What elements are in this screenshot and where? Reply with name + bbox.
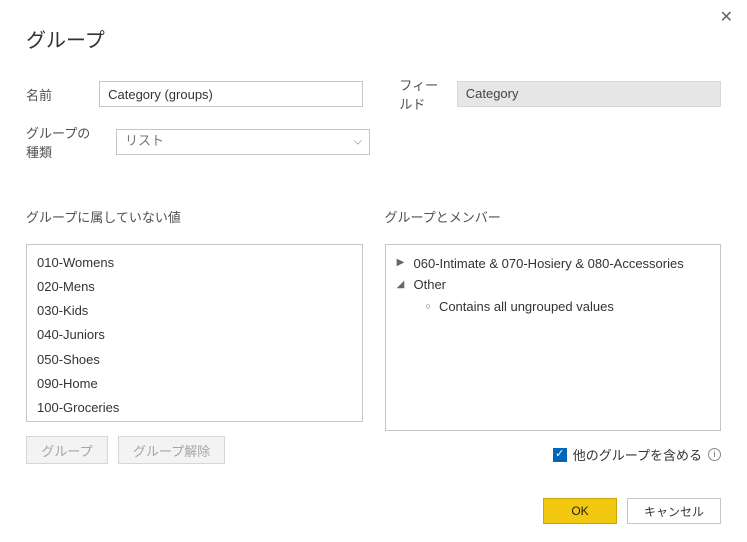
groups-tree[interactable]: ▶ 060-Intimate & 070-Hosiery & 080-Acces… — [385, 244, 722, 431]
info-icon[interactable]: i — [708, 448, 721, 461]
name-input[interactable] — [99, 81, 363, 107]
list-item[interactable]: 040-Juniors — [27, 323, 362, 347]
list-item[interactable]: 020-Mens — [27, 275, 362, 299]
row-group-type: グループの種類 リスト ⌵ — [26, 123, 721, 161]
group-type-select[interactable]: リスト — [116, 129, 370, 155]
close-icon[interactable]: ✕ — [720, 10, 733, 26]
group-button[interactable]: グループ — [26, 436, 108, 464]
tree-child-label: Contains all ungrouped values — [439, 296, 614, 317]
include-other-row: ✓ 他のグループを含める i — [385, 445, 722, 464]
include-other-checkbox[interactable]: ✓ — [553, 448, 567, 462]
group-buttons-row: グループ グループ解除 — [26, 436, 363, 464]
tree-child-row: ○ Contains all ungrouped values — [396, 296, 711, 317]
row-name-field: 名前 フィールド Category — [26, 75, 721, 113]
list-item[interactable]: 090-Home — [27, 372, 362, 396]
label-field: フィールド — [399, 75, 442, 113]
list-item[interactable]: 41 - L SPECIAL SIZES — [27, 420, 362, 422]
field-display: Category — [457, 81, 721, 107]
tree-node-label: 060-Intimate & 070-Hosiery & 080-Accesso… — [414, 253, 684, 274]
ok-button[interactable]: OK — [543, 498, 617, 524]
ungroup-button[interactable]: グループ解除 — [118, 436, 225, 464]
list-item[interactable]: 100-Groceries — [27, 396, 362, 420]
ungrouped-list[interactable]: 010-Womens020-Mens030-Kids040-Juniors050… — [26, 244, 363, 422]
dialog-title: グループ — [26, 24, 721, 53]
tree-node-expanded[interactable]: ◢ Other — [396, 274, 711, 295]
ungrouped-header: グループに属していない値 — [26, 207, 363, 226]
groups-dialog: ✕ グループ 名前 フィールド Category グループの種類 リスト ⌵ グ… — [0, 0, 747, 542]
dialog-footer: OK キャンセル — [26, 498, 721, 524]
ungrouped-column: グループに属していない値 010-Womens020-Mens030-Kids0… — [26, 207, 363, 464]
columns: グループに属していない値 010-Womens020-Mens030-Kids0… — [26, 207, 721, 464]
caret-down-icon: ◢ — [396, 277, 406, 294]
label-group-type: グループの種類 — [26, 123, 102, 161]
tree-node-collapsed[interactable]: ▶ 060-Intimate & 070-Hosiery & 080-Acces… — [396, 253, 711, 274]
list-item[interactable]: 030-Kids — [27, 299, 362, 323]
groups-header: グループとメンバー — [385, 207, 722, 226]
cancel-button[interactable]: キャンセル — [627, 498, 721, 524]
list-item[interactable]: 010-Womens — [27, 251, 362, 275]
bullet-icon: ○ — [426, 299, 431, 314]
tree-node-label: Other — [414, 274, 447, 295]
include-other-label: 他のグループを含める — [573, 445, 702, 464]
caret-right-icon: ▶ — [396, 255, 406, 272]
label-name: 名前 — [26, 85, 85, 104]
list-item[interactable]: 050-Shoes — [27, 348, 362, 372]
groups-column: グループとメンバー ▶ 060-Intimate & 070-Hosiery &… — [385, 207, 722, 464]
